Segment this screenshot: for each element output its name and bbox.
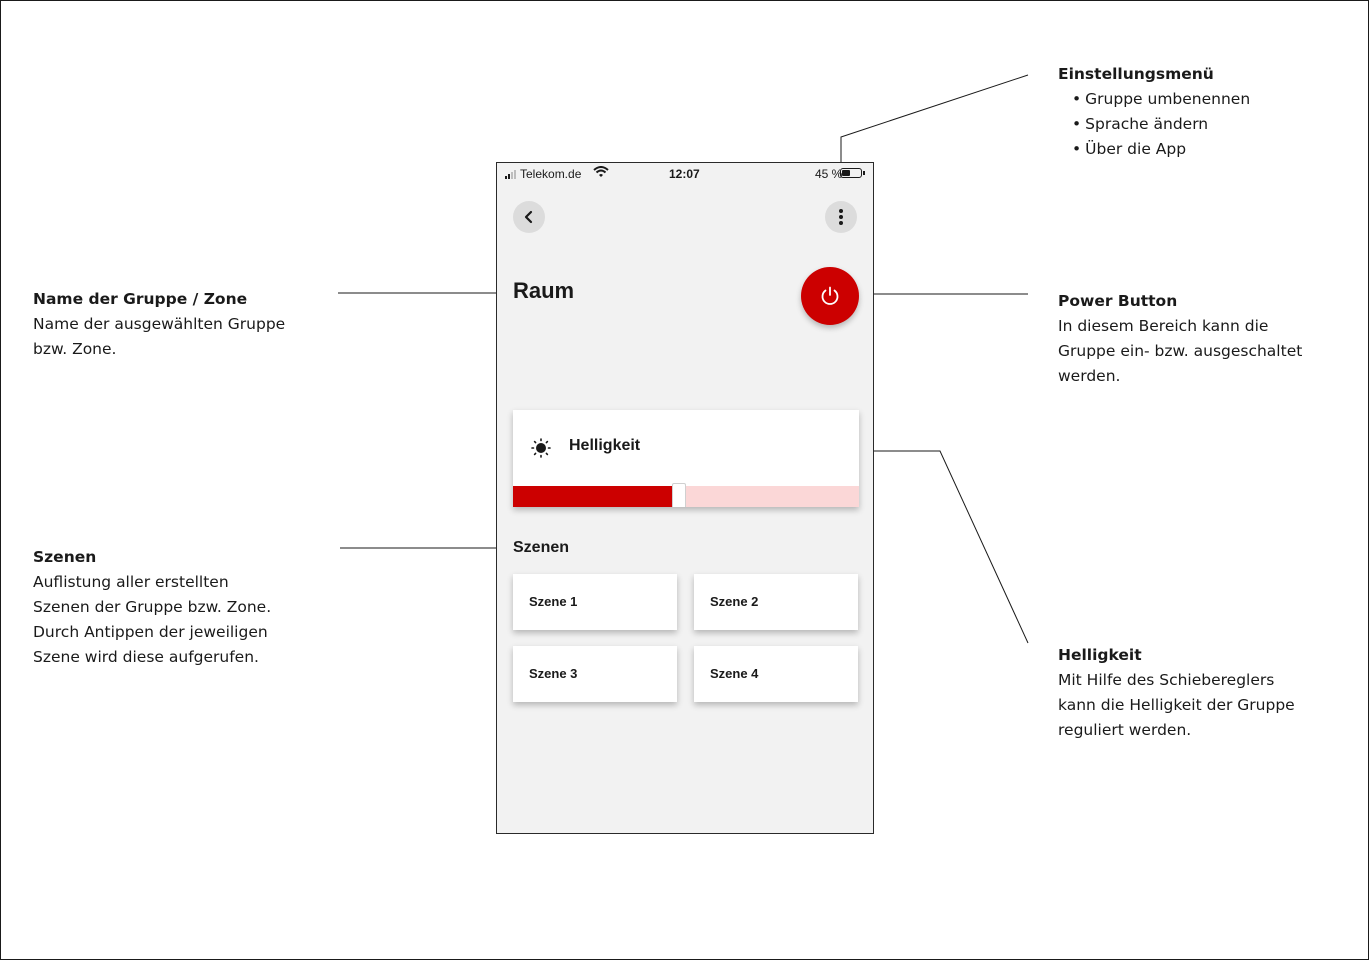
phone-screen: Telekom.de 12:07 45 % Raum Helligkeit Sz… <box>496 162 874 834</box>
brightness-label: Helligkeit <box>569 437 641 454</box>
battery-icon <box>840 168 862 178</box>
scene-button[interactable]: Szene 1 <box>513 574 677 630</box>
annotation-settings-menu-item: Gruppe umbenennen <box>1072 87 1250 112</box>
brightness-slider-handle[interactable] <box>672 483 687 507</box>
annotation-settings-menu-item: Sprache ändern <box>1072 112 1250 137</box>
status-time: 12:07 <box>669 167 700 181</box>
status-bar: Telekom.de 12:07 45 % <box>497 163 873 185</box>
annotation-power-button-line: Gruppe ein- bzw. ausgeschaltet <box>1058 342 1303 360</box>
battery-nub <box>863 171 865 175</box>
annotation-group-name-title: Name der Gruppe / Zone <box>33 290 248 308</box>
annotation-power-button-line: werden. <box>1058 367 1121 385</box>
annotation-group-name-line: bzw. Zone. <box>33 340 117 358</box>
annotation-scenes-line: Szene wird diese aufgerufen. <box>33 648 259 666</box>
back-button[interactable] <box>513 201 545 233</box>
annotation-settings-menu: Einstellungsmenü Gruppe umbenennen Sprac… <box>1058 62 1250 162</box>
brightness-card: Helligkeit <box>513 410 859 507</box>
annotation-brightness-line: reguliert werden. <box>1058 721 1192 739</box>
annotation-power-button-title: Power Button <box>1058 292 1178 310</box>
scene-button[interactable]: Szene 4 <box>694 646 858 702</box>
annotation-scenes-line: Auflistung aller erstellten <box>33 573 229 591</box>
annotation-group-name-line: Name der ausgewählten Gruppe <box>33 315 286 333</box>
power-icon <box>821 286 839 305</box>
annotation-power-button: Power Button In diesem Bereich kann die … <box>1058 289 1302 389</box>
battery-level-fill <box>842 170 851 176</box>
more-vertical-icon <box>839 209 843 225</box>
annotation-settings-menu-list: Gruppe umbenennen Sprache ändern Über di… <box>1058 87 1250 162</box>
scenes-heading: Szenen <box>513 539 570 556</box>
annotation-group-name: Name der Gruppe / Zone Name der ausgewäh… <box>33 287 285 362</box>
annotation-brightness-line: Mit Hilfe des Schiebereglers <box>1058 671 1275 689</box>
group-name-title: Raum <box>513 278 575 303</box>
annotation-scenes-title: Szenen <box>33 548 97 566</box>
signal-icon <box>505 170 516 179</box>
brightness-slider[interactable] <box>513 483 859 507</box>
wifi-icon <box>593 166 609 177</box>
brightness-slider-fill <box>513 486 680 507</box>
annotation-scenes-line: Durch Antippen der jeweiligen <box>33 623 268 641</box>
scene-button[interactable]: Szene 2 <box>694 574 858 630</box>
annotation-brightness: Helligkeit Mit Hilfe des Schiebereglers … <box>1058 643 1295 743</box>
settings-menu-button[interactable] <box>825 201 857 233</box>
annotation-brightness-line: kann die Helligkeit der Gruppe <box>1058 696 1295 714</box>
battery-percentage: 45 % <box>815 167 843 181</box>
annotation-brightness-title: Helligkeit <box>1058 646 1142 664</box>
annotation-settings-menu-item: Über die App <box>1072 137 1250 162</box>
annotation-scenes: Szenen Auflistung aller erstellten Szene… <box>33 545 271 670</box>
annotation-settings-menu-title: Einstellungsmenü <box>1058 65 1214 83</box>
power-button[interactable] <box>801 267 859 325</box>
chevron-left-icon <box>524 210 533 224</box>
scene-button[interactable]: Szene 3 <box>513 646 677 702</box>
annotation-power-button-line: In diesem Bereich kann die <box>1058 317 1269 335</box>
sun-icon <box>531 438 551 458</box>
carrier-name: Telekom.de <box>520 167 582 181</box>
annotation-scenes-line: Szenen der Gruppe bzw. Zone. <box>33 598 272 616</box>
